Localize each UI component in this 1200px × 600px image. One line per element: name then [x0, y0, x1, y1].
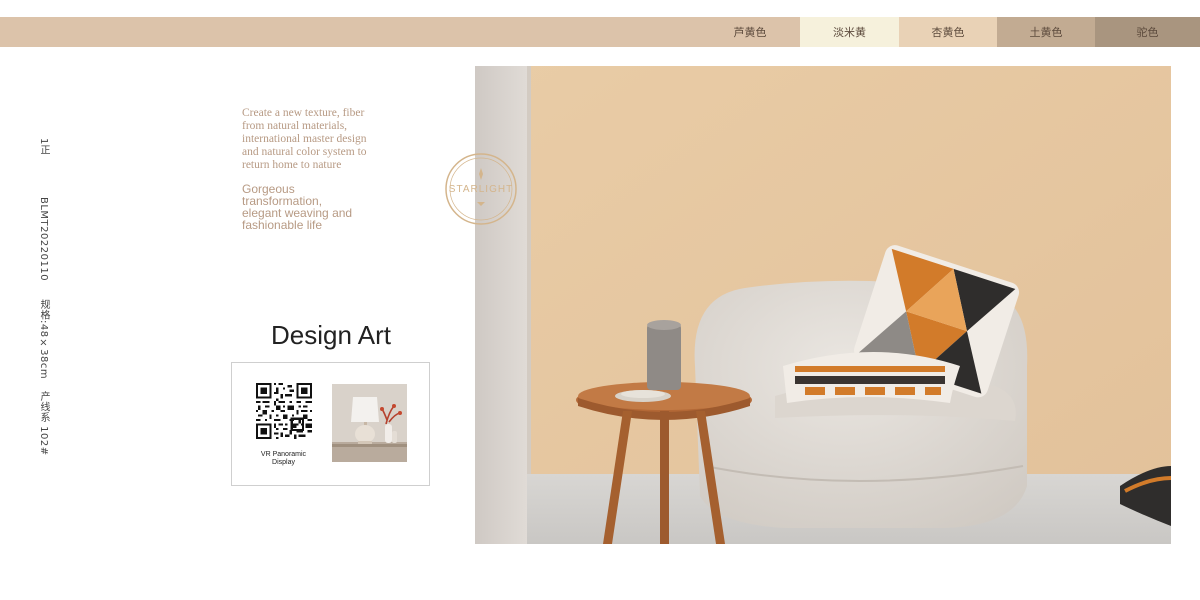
swatch-label: 杏黄色 — [931, 26, 965, 39]
swatch-dan-mi-huang[interactable]: 淡米黄 — [800, 17, 899, 47]
vr-label-line1: VR Panoramic — [260, 451, 307, 458]
side-product-label: 1正 BLMT20220110 规格:48×38cm 产线系 102# — [36, 138, 51, 455]
intro-line: from natural materials, — [242, 120, 348, 132]
tagline-line: fashionable life — [242, 218, 323, 232]
swatch-label: 芦黄色 — [733, 26, 767, 39]
model-number: BLMT20220110 — [38, 197, 49, 282]
intro-sans-text: Gorgeous transformation, elegant weaving… — [242, 183, 402, 231]
interior-photo — [475, 66, 1171, 544]
color-swatch-bar: 芦黄色 淡米黄 杏黄色 土黄色 驼色 — [0, 17, 1200, 47]
design-art-heading: Design Art — [271, 320, 391, 350]
swatch-lu-huang[interactable]: 芦黄色 — [700, 17, 800, 47]
starlight-seal-logo: STARLIGHT — [445, 153, 517, 225]
intro-line: return home to nature — [242, 159, 342, 171]
vr-card: VR Panoramic Display — [231, 362, 430, 486]
qr-code-icon[interactable] — [256, 383, 312, 439]
size-spec: 规格:48×38cm — [38, 298, 49, 379]
swatch-tuo-se[interactable]: 驼色 — [1095, 17, 1200, 47]
vr-display-label: VR Panoramic Display — [246, 451, 321, 467]
seal-text: STARLIGHT — [449, 184, 513, 195]
swatch-xing-huang[interactable]: 杏黄色 — [899, 17, 997, 47]
swatch-label: 驼色 — [1136, 26, 1159, 39]
intro-serif-text: Create a new texture, fiber from natural… — [242, 107, 417, 172]
swatch-label: 淡米黄 — [833, 26, 866, 39]
swatch-tu-huang[interactable]: 土黄色 — [997, 17, 1095, 47]
intro-line: international master design — [242, 133, 367, 145]
swatch-label: 土黄色 — [1029, 26, 1063, 39]
sheet-number: 1正 — [38, 138, 49, 156]
vr-label-line2: Display — [272, 459, 295, 466]
intro-line: Create a new texture, fiber — [242, 107, 365, 119]
intro-line: and natural color system to — [242, 146, 367, 158]
lamp-thumbnail-image[interactable] — [332, 384, 407, 462]
product-line: 产线系 102# — [38, 390, 49, 456]
